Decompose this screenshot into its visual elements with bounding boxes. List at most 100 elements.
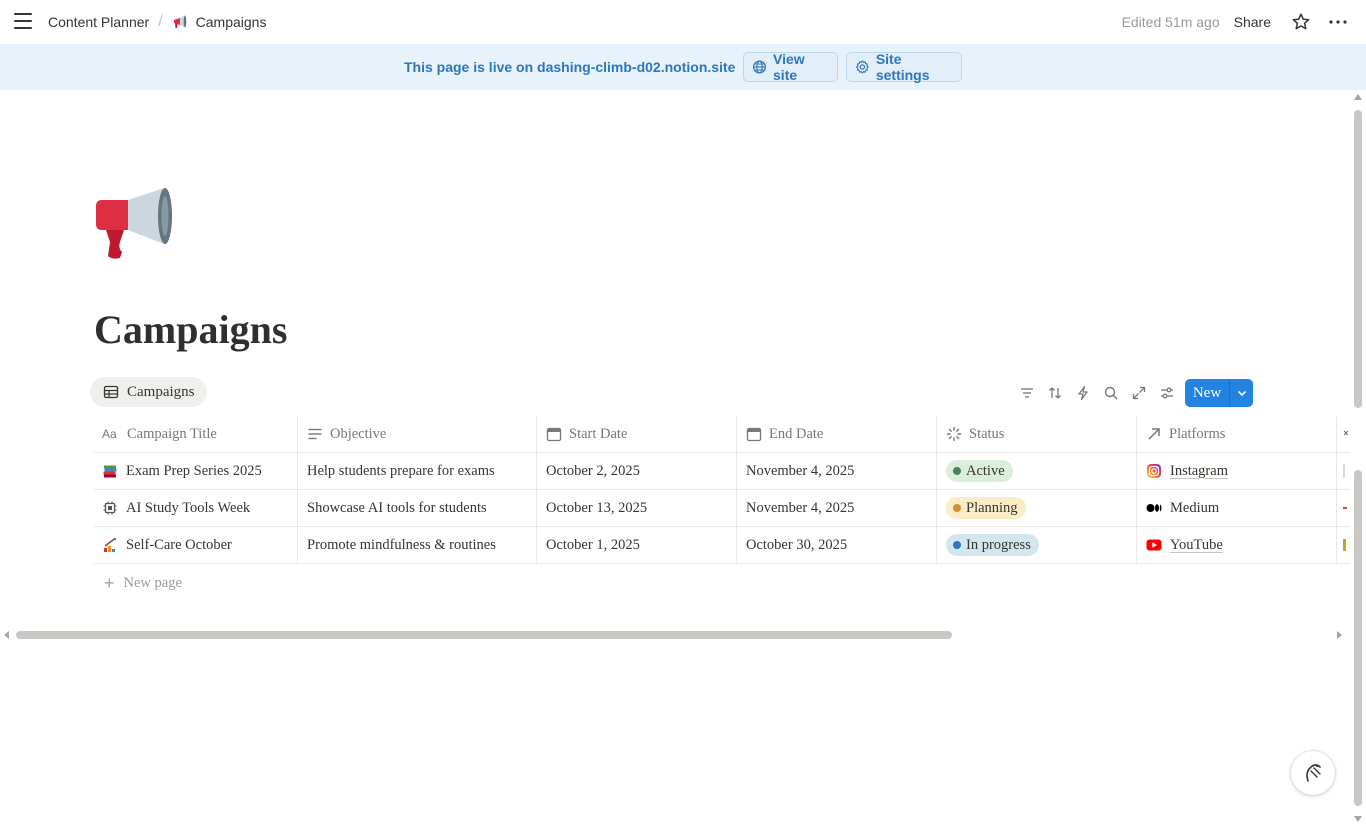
sort-button[interactable] (1041, 380, 1069, 406)
help-face-icon (1306, 764, 1321, 782)
scrollbar-thumb-lower[interactable] (1354, 470, 1362, 806)
cell-campaign-title[interactable]: Exam Prep Series 2025 (94, 453, 298, 489)
table-row[interactable]: Self-Care October Promote mindfulness & … (94, 527, 1350, 564)
relation-arrow-icon (1148, 428, 1160, 440)
platform-link[interactable]: Medium (1146, 500, 1219, 517)
campaign-title[interactable]: Exam Prep Series 2025 (126, 463, 262, 480)
new-dropdown-button[interactable] (1230, 379, 1253, 407)
campaigns-table: Aa Campaign Title Objective Start Date E… (94, 416, 1350, 564)
megaphone-icon[interactable] (92, 186, 176, 262)
status-badge: Active (946, 460, 1013, 482)
platform-label: Medium (1170, 499, 1220, 516)
cell-end-date[interactable]: November 4, 2025 (737, 490, 937, 526)
more-options-icon[interactable] (1328, 12, 1348, 32)
cell-platforms[interactable]: Medium (1137, 490, 1337, 526)
scroll-down-arrow-icon[interactable] (1354, 816, 1362, 822)
cell-partial (1337, 453, 1350, 489)
column-header-objective[interactable]: Objective (298, 416, 537, 452)
cell-campaign-title[interactable]: Self-Care October (94, 527, 298, 563)
column-label: Campaign Title (127, 425, 217, 442)
sort-icon (1049, 387, 1061, 399)
star-icon[interactable] (1291, 12, 1311, 32)
column-header-status[interactable]: Status (937, 416, 1137, 452)
self-care-icon (104, 537, 117, 552)
tab-campaigns-view[interactable]: Campaigns (90, 377, 207, 407)
platform-link[interactable]: YouTube (1146, 537, 1223, 554)
status-icon (946, 426, 962, 442)
breadcrumb-label: Content Planner (48, 14, 150, 30)
table-header: Aa Campaign Title Objective Start Date E… (94, 416, 1350, 453)
status-label: In progress (966, 536, 1031, 553)
chip-icon (103, 501, 117, 515)
horizontal-scrollbar-thumb[interactable] (16, 631, 952, 639)
sidebar-menu-icon[interactable] (14, 13, 34, 31)
search-button[interactable] (1097, 380, 1125, 406)
page-title[interactable]: Campaigns (94, 306, 287, 353)
site-settings-button[interactable]: Site settings (846, 51, 962, 83)
cell-start-date[interactable]: October 1, 2025 (537, 527, 737, 563)
filter-button[interactable] (1013, 380, 1041, 406)
cell-start-date[interactable]: October 13, 2025 (537, 490, 737, 526)
column-label: End Date (769, 425, 824, 442)
horizontal-scrollbar[interactable] (0, 628, 1350, 642)
scroll-up-arrow-icon[interactable] (1354, 94, 1362, 100)
cell-end-date[interactable]: October 30, 2025 (737, 527, 937, 563)
breadcrumb-content-planner[interactable]: Content Planner (48, 14, 149, 30)
status-dot (953, 541, 961, 549)
cell-partial (1337, 527, 1350, 563)
youtube-icon (1146, 539, 1162, 551)
breadcrumb-separator: / (158, 13, 163, 30)
cell-objective[interactable]: Help students prepare for exams (298, 453, 537, 489)
view-site-button[interactable]: View site (743, 51, 838, 83)
partial-column-icon (1343, 430, 1349, 436)
new-button-group: New (1185, 379, 1253, 407)
cell-platforms[interactable]: Instagram (1137, 453, 1337, 489)
filter-icon (1021, 388, 1033, 398)
new-page-button[interactable]: + New page (104, 571, 182, 595)
scrollbar-thumb[interactable] (1354, 110, 1362, 408)
site-settings-label: Site settings (875, 51, 930, 83)
column-header-campaign-title[interactable]: Aa Campaign Title (94, 416, 298, 452)
cell-objective[interactable]: Showcase AI tools for students (298, 490, 537, 526)
status-label: Planning (966, 499, 1018, 516)
table-row[interactable]: AI Study Tools Week Showcase AI tools fo… (94, 490, 1350, 527)
table-row[interactable]: Exam Prep Series 2025 Help students prep… (94, 453, 1350, 490)
column-label: Objective (330, 425, 387, 442)
expand-button[interactable] (1125, 380, 1153, 406)
help-button[interactable] (1291, 751, 1335, 795)
settings-sliders-icon (1161, 387, 1173, 399)
breadcrumb-label: Campaigns (195, 14, 267, 30)
breadcrumb: Content Planner / Campaigns (48, 0, 266, 44)
column-label: Start Date (569, 425, 628, 442)
cell-campaign-title[interactable]: AI Study Tools Week (94, 490, 298, 526)
plus-icon: + (104, 572, 115, 593)
search-icon (1104, 386, 1118, 400)
medium-icon (1146, 504, 1162, 512)
vertical-scrollbar[interactable] (1352, 92, 1364, 826)
campaign-title[interactable]: AI Study Tools Week (126, 500, 250, 517)
cell-objective[interactable]: Promote mindfulness & routines (298, 527, 537, 563)
books-icon (103, 465, 117, 478)
share-button[interactable]: Share (1234, 14, 1271, 30)
column-header-end-date[interactable]: End Date (737, 416, 937, 452)
platform-label: Instagram (1170, 462, 1228, 479)
scroll-right-arrow-icon[interactable] (1337, 631, 1342, 639)
automation-button[interactable] (1069, 380, 1097, 406)
column-header-partial[interactable] (1337, 416, 1350, 452)
view-settings-button[interactable] (1153, 380, 1181, 406)
cell-status[interactable]: In progress (937, 527, 1137, 563)
new-button[interactable]: New (1185, 385, 1229, 402)
cell-end-date[interactable]: November 4, 2025 (737, 453, 937, 489)
campaign-title[interactable]: Self-Care October (126, 537, 232, 554)
lightning-icon (1078, 385, 1088, 401)
cell-status[interactable]: Planning (937, 490, 1137, 526)
column-header-start-date[interactable]: Start Date (537, 416, 737, 452)
scroll-left-arrow-icon[interactable] (4, 631, 9, 639)
breadcrumb-campaigns[interactable]: Campaigns (172, 14, 267, 30)
platform-link[interactable]: Instagram (1146, 463, 1228, 480)
cell-start-date[interactable]: October 2, 2025 (537, 453, 737, 489)
cell-platforms[interactable]: YouTube (1137, 527, 1337, 563)
expand-icon (1132, 386, 1146, 400)
cell-status[interactable]: Active (937, 453, 1137, 489)
column-header-platforms[interactable]: Platforms (1137, 416, 1337, 452)
